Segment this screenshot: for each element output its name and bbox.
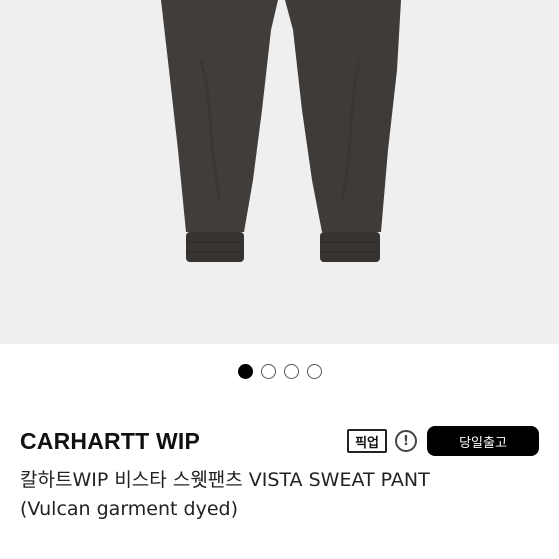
same-day-shipping-badge: 당일출고 [427,426,539,456]
pagination-dot-1[interactable] [237,364,253,379]
brand-name[interactable]: CARHARTT WIP [20,428,347,455]
sweatpants-image [161,0,401,262]
product-image[interactable] [0,0,559,344]
info-icon[interactable]: ! [395,430,417,452]
pickup-badge: 픽업 [347,429,387,453]
product-title-line-1: 칼하트WIP 비스타 스웻팬츠 VISTA SWEAT PANT [20,469,430,491]
product-title: 칼하트WIP 비스타 스웻팬츠 VISTA SWEAT PANT (Vulcan… [20,466,540,524]
pagination-dot-3[interactable] [283,364,299,379]
pagination-dot-2[interactable] [260,364,276,379]
pagination-dot-4[interactable] [306,364,322,379]
image-pagination [0,364,559,379]
product-title-line-2: (Vulcan garment dyed) [20,498,238,520]
brand-row: CARHARTT WIP 픽업 ! 당일출고 [20,424,539,458]
